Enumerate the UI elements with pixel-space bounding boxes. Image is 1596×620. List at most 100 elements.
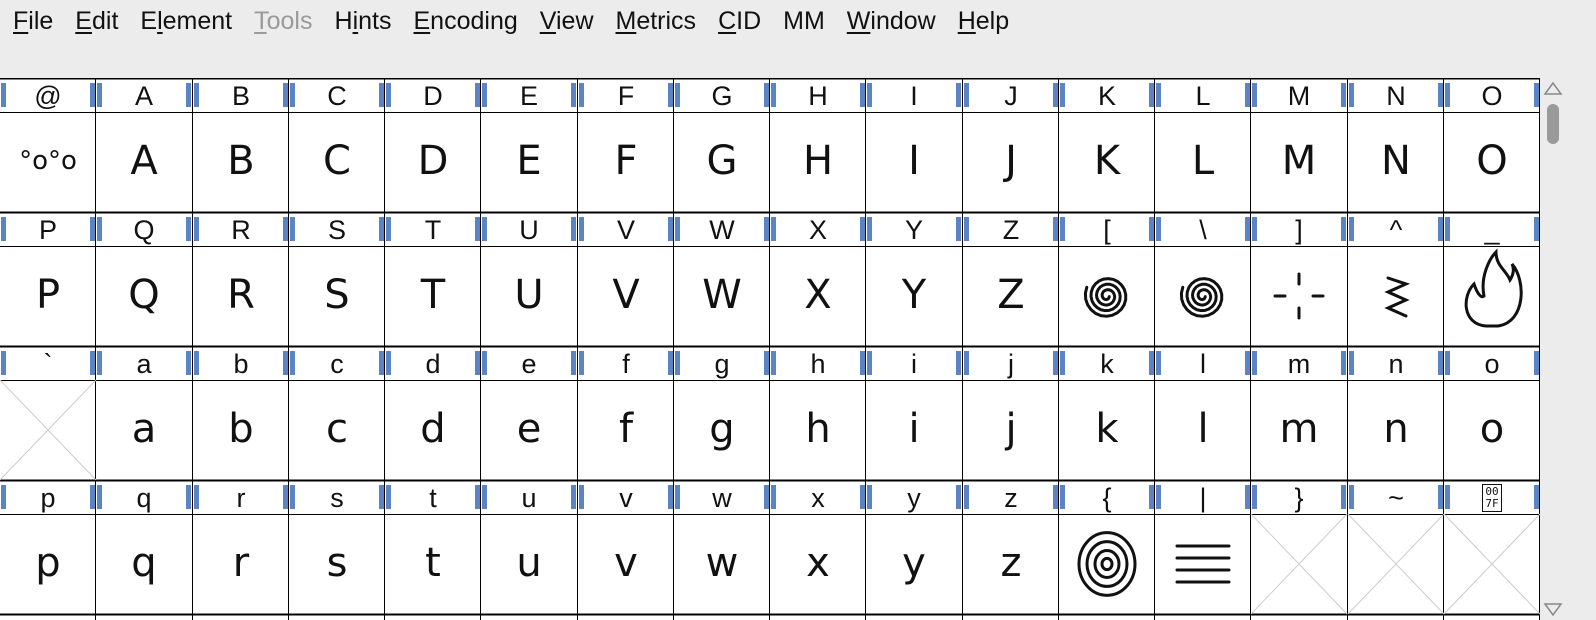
glyph-cell[interactable]: U — [481, 246, 577, 344]
glyph-cell[interactable]: s — [289, 514, 385, 612]
glyph-label[interactable]: s — [289, 480, 385, 514]
menu-element[interactable]: Element — [129, 0, 243, 42]
glyph-label[interactable]: ` — [0, 346, 96, 380]
menu-view[interactable]: View — [529, 0, 605, 42]
glyph-label[interactable]: K — [1059, 78, 1155, 112]
glyph-cell[interactable]: L — [1155, 112, 1251, 210]
glyph-label[interactable]: @ — [0, 78, 96, 112]
menu-help[interactable]: Help — [947, 0, 1020, 42]
glyph-cell[interactable]: k — [1059, 380, 1155, 478]
glyph-cell[interactable]: X — [770, 246, 866, 344]
empty-glyph-slot[interactable] — [0, 379, 97, 481]
glyph-label[interactable]: p — [0, 480, 96, 514]
glyph-label[interactable]: [ — [1059, 212, 1155, 246]
glyph-cell[interactable]: l — [1155, 380, 1251, 478]
glyph-label[interactable]: n — [1348, 346, 1444, 380]
glyph-cell[interactable]: m — [1251, 380, 1347, 478]
glyph-label[interactable]: y — [866, 480, 962, 514]
glyph-label[interactable]: | — [1155, 480, 1251, 514]
glyph-label[interactable]: I — [866, 78, 962, 112]
glyph-label[interactable]: k — [1059, 346, 1155, 380]
glyph-label[interactable]: u — [481, 480, 577, 514]
menu-cid[interactable]: CID — [707, 0, 772, 42]
glyph-label[interactable]: C — [289, 78, 385, 112]
glyph-cell[interactable]: a — [96, 380, 192, 478]
glyph-label[interactable]: ] — [1251, 212, 1347, 246]
glyph-label[interactable]: c — [289, 346, 385, 380]
glyph-label[interactable]: o — [1444, 346, 1540, 380]
menu-metrics[interactable]: Metrics — [605, 0, 708, 42]
glyph-label[interactable]: Z — [963, 212, 1059, 246]
glyph-label[interactable]: r — [193, 480, 289, 514]
glyph-cell[interactable]: o — [1444, 380, 1540, 478]
glyph-cell[interactable]: M — [1251, 112, 1347, 210]
menu-tools[interactable]: Tools — [243, 0, 323, 42]
glyph-cell[interactable]: J — [963, 112, 1059, 210]
glyph-label[interactable]: z — [963, 480, 1059, 514]
glyph-cell[interactable]: Q — [96, 246, 192, 344]
glyph-cell[interactable]: D — [385, 112, 481, 210]
scroll-thumb[interactable] — [1547, 104, 1559, 144]
glyph-label[interactable]: X — [770, 212, 866, 246]
sparkle-glyph[interactable] — [1273, 272, 1325, 320]
empty-glyph-slot[interactable] — [1347, 513, 1445, 615]
glyph-cell[interactable]: p — [0, 514, 96, 612]
glyph-label[interactable]: D — [385, 78, 481, 112]
glyph-cell[interactable]: S — [289, 246, 385, 344]
glyph-label[interactable]: Q — [96, 212, 192, 246]
glyph-label[interactable]: U — [481, 212, 577, 246]
glyph-label[interactable]: S — [289, 212, 385, 246]
glyph-cell[interactable]: W — [674, 246, 770, 344]
glyph-cell[interactable]: H — [770, 112, 866, 210]
glyph-label[interactable]: E — [481, 78, 577, 112]
target-glyph[interactable] — [1077, 531, 1137, 597]
glyph-cell[interactable]: Y — [866, 246, 962, 344]
glyph-label[interactable]: a — [96, 346, 192, 380]
glyph-label[interactable]: e — [481, 346, 577, 380]
glyph-cell[interactable]: i — [866, 380, 962, 478]
glyph-cell[interactable]: Z — [963, 246, 1059, 344]
glyph-cell[interactable]: q — [96, 514, 192, 612]
glyph-label[interactable]: P — [0, 212, 96, 246]
glyph-cell[interactable]: u — [481, 514, 577, 612]
glyph-label[interactable]: x — [770, 480, 866, 514]
scroll-up-arrow-icon[interactable] — [1543, 80, 1563, 96]
flame-glyph[interactable] — [1464, 248, 1523, 328]
glyph-label[interactable]: L — [1155, 78, 1251, 112]
glyph-cell[interactable]: z — [963, 514, 1059, 612]
glyph-cell[interactable]: E — [481, 112, 577, 210]
glyph-label[interactable]: T — [385, 212, 481, 246]
glyph-cell[interactable]: I — [866, 112, 962, 210]
glyph-cell[interactable]: h — [770, 380, 866, 478]
glyph-cell[interactable]: K — [1059, 112, 1155, 210]
glyph-cell[interactable]: F — [578, 112, 674, 210]
glyph-cell[interactable]: V — [578, 246, 674, 344]
glyph-cell[interactable]: d — [385, 380, 481, 478]
menu-hints[interactable]: Hints — [324, 0, 403, 42]
empty-glyph-slot[interactable] — [1443, 513, 1540, 615]
glyph-label[interactable]: 00 7F — [1444, 480, 1540, 514]
glyph-label[interactable]: O — [1444, 78, 1540, 112]
vertical-scrollbar[interactable] — [1540, 78, 1566, 620]
glyph-cell[interactable]: c — [289, 380, 385, 478]
glyph-cell[interactable]: f — [578, 380, 674, 478]
glyph-label[interactable]: f — [578, 346, 674, 380]
glyph-label[interactable]: q — [96, 480, 192, 514]
glyph-cell[interactable]: t — [385, 514, 481, 612]
glyph-label[interactable]: d — [385, 346, 481, 380]
glyph-label[interactable]: b — [193, 346, 289, 380]
glyph-label[interactable]: l — [1155, 346, 1251, 380]
glyph-label[interactable]: H — [770, 78, 866, 112]
glyph-label[interactable]: J — [963, 78, 1059, 112]
glyph-cell[interactable]: R — [193, 246, 289, 344]
glyph-label[interactable]: j — [963, 346, 1059, 380]
glyph-label[interactable]: W — [674, 212, 770, 246]
glyph-label[interactable]: _ — [1444, 212, 1540, 246]
scroll-down-arrow-icon[interactable] — [1543, 602, 1563, 618]
glyph-label[interactable]: A — [96, 78, 192, 112]
glyph-cell[interactable]: n — [1348, 380, 1444, 478]
glyph-label[interactable]: { — [1059, 480, 1155, 514]
glyph-cell[interactable]: j — [963, 380, 1059, 478]
glyph-label[interactable]: } — [1251, 480, 1347, 514]
glyph-cell[interactable]: °o°o — [0, 112, 96, 210]
